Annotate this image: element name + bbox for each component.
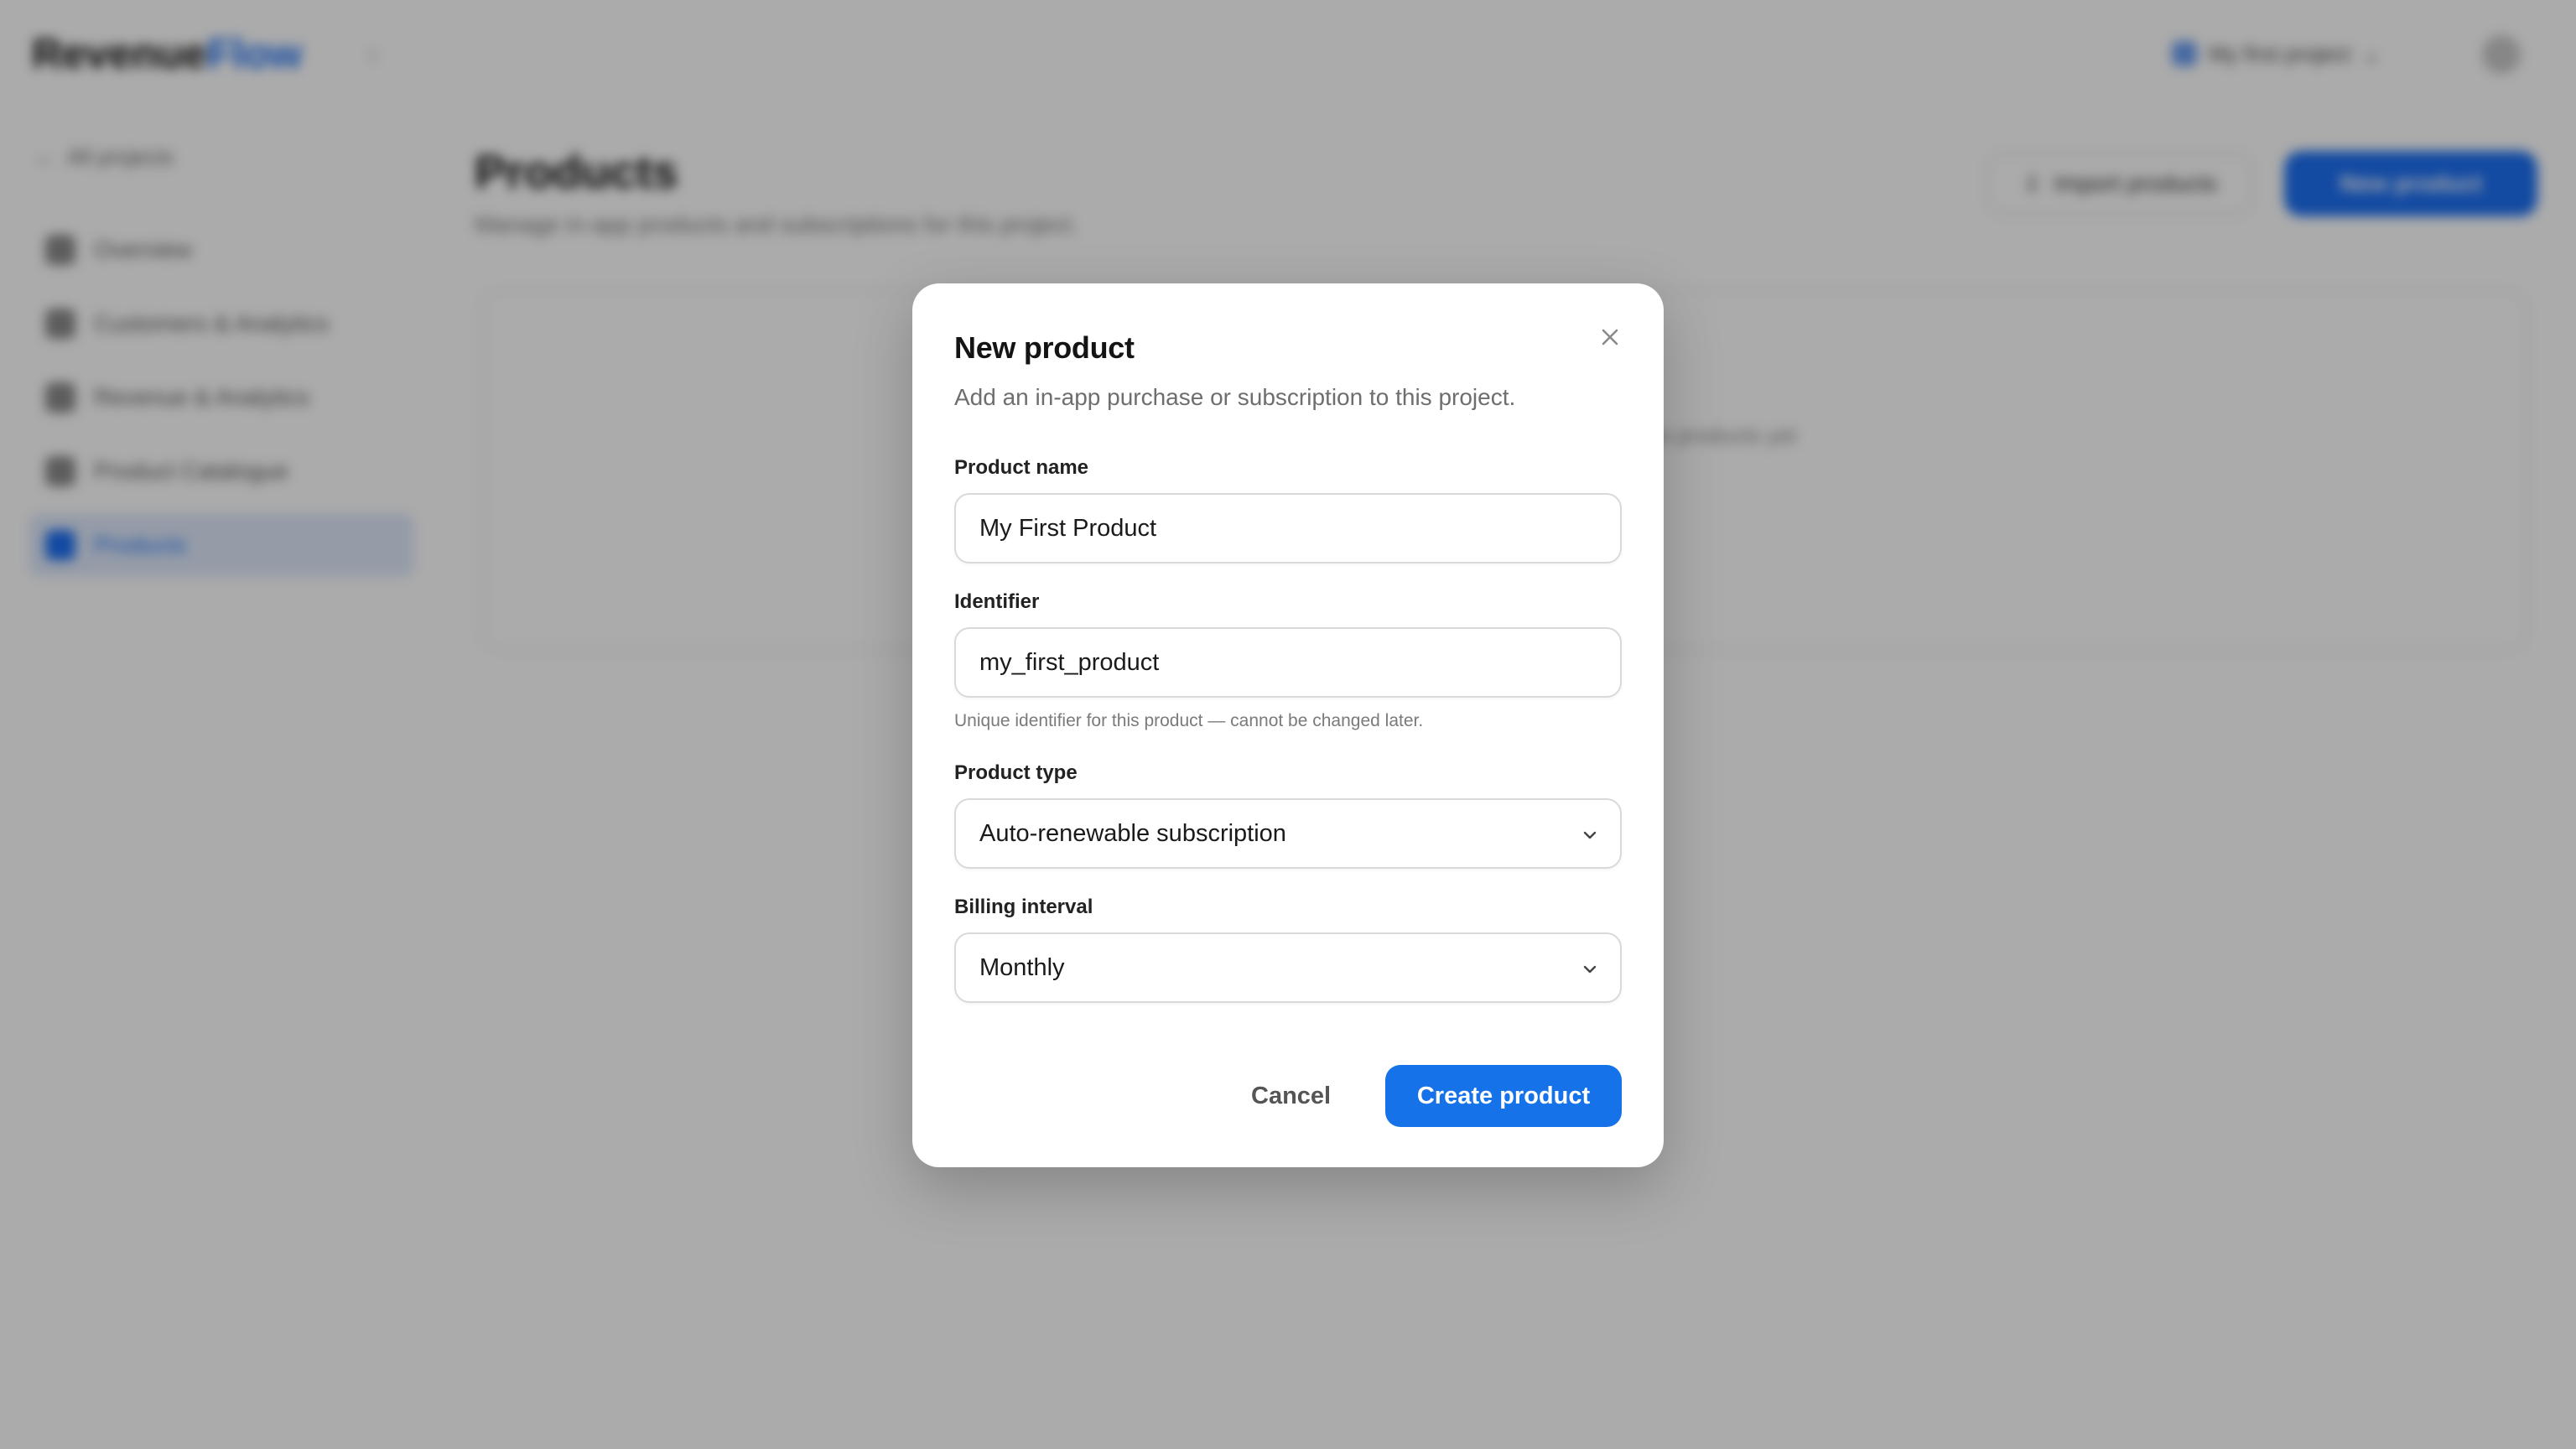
identifier-label: Identifier [954,590,1040,613]
product-type-label: Product type [954,761,1078,784]
dialog-description: Add an in-app purchase or subscription t… [954,384,1516,410]
app-root: Revenue Flow › My first project ⌄ ← All … [0,0,2576,1449]
billing-interval-select[interactable]: Monthly [954,932,1622,1003]
identifier-helper-text: Unique identifier for this product — can… [954,711,1424,730]
chevron-down-icon [1583,831,1597,839]
product-type-select[interactable]: Auto-renewable subscription [954,798,1622,869]
cancel-button[interactable]: Cancel [1228,1065,1354,1127]
product-name-value: My First Product [979,514,1157,542]
close-icon [1602,329,1618,345]
product-name-input[interactable]: My First Product [954,493,1622,564]
chevron-down-icon [1583,965,1597,974]
new-product-dialog: New product Add an in-app purchase or su… [912,283,1664,1167]
identifier-input[interactable]: my_first_product [954,627,1622,698]
identifier-value: my_first_product [979,648,1160,676]
close-button[interactable] [1593,320,1627,354]
product-name-label: Product name [954,456,1089,479]
dialog-title: New product [954,330,1135,365]
billing-interval-label: Billing interval [954,896,1093,918]
create-product-button[interactable]: Create product [1385,1065,1622,1127]
billing-interval-value: Monthly [979,953,1065,981]
product-type-value: Auto-renewable subscription [979,819,1286,847]
